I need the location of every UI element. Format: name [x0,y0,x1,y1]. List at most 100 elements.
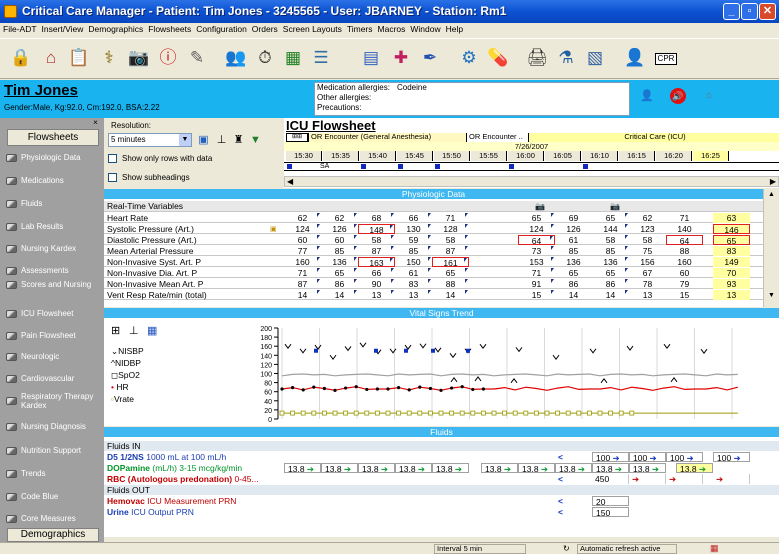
physio-value-cell[interactable]: 78 [629,279,666,289]
maximize-button[interactable]: ▫ [741,3,758,20]
binoculars-icon[interactable]: ♜ [231,133,246,148]
physio-value-cell[interactable]: 83 [395,279,432,289]
physio-value-cell[interactable]: 144 [592,224,629,234]
fluid-row[interactable]: DOPamine (mL/h) 3-15 mcg/kg/min 13.8 ➔ 13.… [104,463,779,474]
menu-screen-layouts[interactable]: Screen Layouts [280,23,344,34]
sidebar-item-icu-flowsheet[interactable]: ICU Flowsheet [6,309,102,318]
sidebar-item-code-blue[interactable]: Code Blue [6,492,102,501]
scroll-down-icon[interactable]: ▼ [768,292,775,299]
physio-value-cell[interactable]: 79 [666,279,703,289]
menu-orders[interactable]: Orders [249,23,280,34]
physio-value-cell[interactable]: 86 [555,279,592,289]
physio-value-cell[interactable]: 150 [395,257,432,267]
speaker-icon[interactable]: 🔊 [670,88,686,104]
camera-icon[interactable]: 📷 [610,202,620,211]
physio-value-cell[interactable]: 160 [666,257,703,267]
physio-value-cell[interactable]: 66 [358,268,395,278]
physio-value-cell[interactable]: 61 [555,235,592,245]
scroll-left-icon[interactable]: ◀ [287,177,293,186]
lab-icon[interactable]: ⚗ [553,45,579,71]
time-column-header[interactable]: 16:15 [618,151,655,161]
clipboard-icon[interactable]: 📋 [66,45,92,71]
physio-value-cell[interactable]: 58 [629,235,666,245]
time-column-header[interactable]: 16:20 [655,151,692,161]
grid-icon[interactable]: ⊞ [111,324,120,337]
physio-value-cell[interactable]: 13 [395,290,432,300]
physio-value-cell[interactable]: 85 [321,246,358,256]
physio-value-cell[interactable]: 68 [358,213,395,223]
chart-doc-icon[interactable]: ▧ [582,45,608,71]
time-column-header[interactable]: 16:10 [581,151,618,161]
physio-value-cell[interactable]: 58 [358,235,395,245]
physio-value-cell[interactable]: 85 [555,246,592,256]
physio-value-cell[interactable]: 86 [321,279,358,289]
physio-value-cell[interactable]: 87 [358,246,395,256]
fluid-row[interactable]: Hemovac ICU Measurement PRN <20 [104,496,779,507]
physio-value-cell[interactable]: 13 [629,290,666,300]
d5-value-cell[interactable]: 100 ➜ [629,452,666,463]
dopamine-value-cell[interactable]: 13.8 ➔ [518,463,555,474]
calendar-icon[interactable]: ▤ [358,45,384,71]
physio-value-cell[interactable]: 14 [284,290,321,300]
physio-value-cell[interactable]: 85 [395,246,432,256]
download-icon[interactable]: ⊥ [214,133,229,148]
physio-value-cell[interactable]: 124 [518,224,555,234]
physio-value-cell[interactable]: 15 [666,290,703,300]
timer-icon[interactable]: ⏱ [252,45,278,71]
time-column-header[interactable]: 15:35 [322,151,359,161]
physio-value-cell[interactable]: 88 [666,246,703,256]
menu-timers[interactable]: Timers [344,23,375,34]
hemovac-value[interactable]: 20 [592,496,629,507]
physio-value-cell[interactable]: 58 [592,235,629,245]
physio-value-cell[interactable]: 61 [395,268,432,278]
encounter-or-2[interactable]: OR Encounter .. [466,133,528,142]
time-column-header[interactable]: 15:50 [433,151,470,161]
time-column-header[interactable]: 16:00 [507,151,544,161]
home-icon[interactable]: ⌂ [38,45,64,71]
dopamine-value-cell[interactable]: 13.8 ➔ [284,463,321,474]
sidebar-item-assessments[interactable]: Assessments [6,266,102,275]
physio-value-cell[interactable]: 71 [518,268,555,278]
physio-value-cell[interactable]: 90 [358,279,395,289]
physio-value-cell[interactable]: 88 [432,279,469,289]
physio-value-cell[interactable]: 60 [321,235,358,245]
resolution-select[interactable]: 5 minutes ▼ [108,133,192,147]
menu-window[interactable]: Window [407,23,442,34]
physio-value-cell[interactable]: 87 [432,246,469,256]
user-icon[interactable]: 👤 [640,89,654,102]
physio-value-cell[interactable]: 66 [395,213,432,223]
sidebar-item-nutrition-support[interactable]: Nutrition Support [6,446,102,455]
fluids-header[interactable]: Fluids [104,427,779,437]
pen-icon[interactable]: ✒ [417,45,443,71]
nurse-icon[interactable]: ✚ [388,45,414,71]
dopamine-value-cell[interactable]: 13.8 ➔ [321,463,358,474]
physio-value-cell[interactable]: 65 [592,213,629,223]
physio-value-cell[interactable]: 71 [432,213,469,223]
physio-value-cell[interactable]: 93 [713,279,750,289]
physio-value-cell[interactable]: 126 [555,224,592,234]
physio-value-cell[interactable]: 140 [666,224,703,234]
physio-value-cell[interactable]: 65 [592,268,629,278]
physio-value-cell[interactable]: 14 [321,290,358,300]
physio-value-cell[interactable]: 14 [555,290,592,300]
menu-demographics[interactable]: Demographics [85,23,145,34]
physio-value-cell[interactable]: 62 [629,213,666,223]
camera-icon[interactable]: 📷 [126,45,152,71]
people-icon[interactable]: 👥 [223,45,249,71]
physio-value-cell[interactable]: 60 [284,235,321,245]
menu-macros[interactable]: Macros [375,23,408,34]
sidebar-item-pain-flowsheet[interactable]: Pain Flowsheet [6,331,102,340]
physio-value-cell[interactable]: 71 [666,213,703,223]
home-small-icon[interactable]: ⌂ [706,90,712,101]
time-column-header[interactable]: 15:40 [359,151,396,161]
note-icon[interactable]: ▣ [270,225,277,233]
physio-value-cell[interactable]: 64 [666,235,703,246]
physio-value-cell[interactable]: 91 [518,279,555,289]
encounter-or-general[interactable]: OR Encounter (General Anesthesia) [308,133,466,142]
dopamine-value-cell[interactable]: 13.8 ➔ [592,463,629,474]
sidebar-item-nursing-kardex[interactable]: Nursing Kardex [6,244,102,253]
physio-value-cell[interactable]: 70 [713,268,750,278]
menu-flowsheets[interactable]: Flowsheets [145,23,193,34]
physio-value-cell[interactable]: 85 [592,246,629,256]
physio-value-cell[interactable]: 69 [555,213,592,223]
